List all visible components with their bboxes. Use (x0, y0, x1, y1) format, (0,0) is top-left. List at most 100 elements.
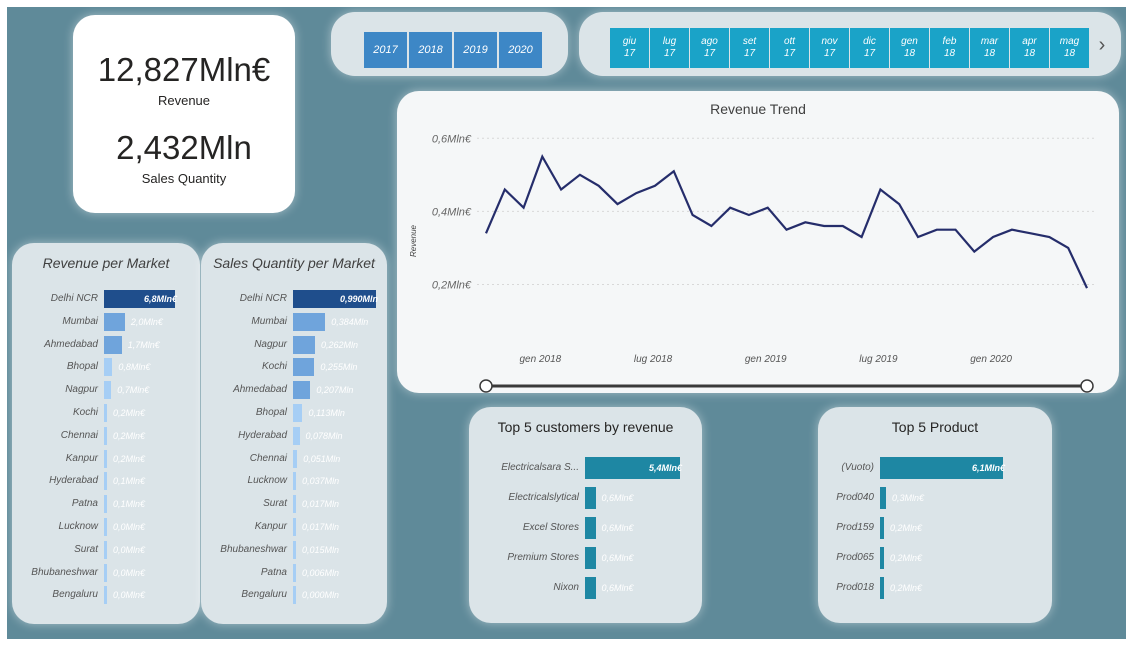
month-year: 17 (863, 48, 876, 59)
bar-row[interactable]: Ahmedabad 0,207Mln (201, 381, 387, 400)
bar-row[interactable]: Nagpur 0,7Mln€ (12, 381, 200, 400)
bar-row[interactable]: Bengaluru 0,0Mln€ (12, 586, 200, 605)
bar-row[interactable]: Chennai 0,2Mln€ (12, 426, 200, 445)
bar[interactable] (293, 404, 303, 422)
bar-category-label: Excel Stores (522, 522, 579, 533)
bar[interactable] (585, 517, 596, 539)
bar[interactable] (104, 518, 107, 536)
bar-value-label: 0,262Mln (320, 339, 358, 350)
bar-row[interactable]: Mumbai 0,384Mln (201, 312, 387, 331)
chevron-right-icon[interactable]: › (1092, 34, 1112, 56)
month-button[interactable]: giu 17 (610, 28, 649, 68)
bar[interactable] (104, 495, 107, 514)
bar-row[interactable]: Ahmedabad 1,7Mln€ (12, 335, 200, 354)
bar-row[interactable]: Electricalsara S... 5,4Mln€ (469, 457, 702, 479)
bar[interactable] (293, 312, 326, 331)
bar-row[interactable]: Bhopal 0,113Mln (201, 404, 387, 422)
bar[interactable] (293, 540, 296, 559)
bar[interactable] (880, 487, 887, 509)
bar-row[interactable]: Prod159 0,2Mln€ (818, 517, 1052, 539)
bar-row[interactable]: Prod040 0,3Mln€ (818, 487, 1052, 509)
month-button[interactable]: dic 17 (850, 28, 889, 68)
quantity-per-market-card: Sales Quantity per Market Delhi NCR 0,990… (201, 243, 387, 624)
bar-row[interactable]: Hyderabad 0,078Mln (201, 426, 387, 445)
bar[interactable] (104, 563, 107, 582)
year-button-2020[interactable]: 2020 (499, 32, 542, 68)
bar[interactable] (104, 449, 107, 468)
bar-row[interactable]: Lucknow 0,037Mln (201, 472, 387, 491)
bar[interactable] (104, 586, 107, 605)
year-button-2018[interactable]: 2018 (409, 32, 452, 68)
bar[interactable] (880, 577, 885, 599)
month-button[interactable]: feb 18 (930, 28, 969, 68)
bar[interactable] (104, 381, 112, 400)
bar-value-label: 0,2Mln€ (890, 583, 923, 593)
bar[interactable] (104, 472, 107, 491)
month-button[interactable]: ott 17 (770, 28, 809, 68)
bar-row[interactable]: Prod065 0,2Mln€ (818, 547, 1052, 569)
date-range-start-handle[interactable] (479, 379, 493, 393)
bar[interactable] (293, 472, 297, 491)
bar[interactable] (293, 335, 315, 354)
bar-row[interactable]: Nixon 0,6Mln€ (469, 577, 702, 599)
bar[interactable] (104, 312, 125, 331)
bar[interactable] (293, 586, 296, 605)
bar-row[interactable]: Chennai 0,051Mln (201, 449, 387, 468)
bar[interactable] (585, 547, 596, 569)
bar[interactable] (880, 517, 885, 539)
bar-row[interactable]: (Vuoto) 6,1Mln€ (818, 457, 1052, 479)
bar[interactable] (293, 518, 296, 536)
bar-row[interactable]: Premium Stores 0,6Mln€ (469, 547, 702, 569)
bar[interactable] (585, 487, 596, 509)
bar[interactable] (104, 426, 107, 445)
bar[interactable] (293, 449, 298, 468)
date-range-end-handle[interactable] (1080, 379, 1094, 393)
month-button[interactable]: nov 17 (810, 28, 849, 68)
bar-row[interactable]: Kochi 0,255Mln (201, 358, 387, 377)
month-button[interactable]: mag 18 (1050, 28, 1089, 68)
bar-row[interactable]: Hyderabad 0,1Mln€ (12, 472, 200, 491)
bar-category-label: Lucknow (247, 475, 287, 487)
bar[interactable] (104, 540, 107, 559)
bar-row[interactable]: Mumbai 2,0Mln€ (12, 312, 200, 331)
bar-row[interactable]: Patna 0,006Mln (201, 563, 387, 582)
bar-row[interactable]: Delhi NCR 0,990Mln (201, 290, 387, 308)
bar-row[interactable]: Kochi 0,2Mln€ (12, 404, 200, 422)
year-button-2019[interactable]: 2019 (454, 32, 497, 68)
bar-row[interactable]: Nagpur 0,262Mln (201, 335, 387, 354)
bar-row[interactable]: Surat 0,017Mln (201, 495, 387, 514)
bar[interactable] (293, 381, 311, 400)
bar-row[interactable]: Bhubaneshwar 0,0Mln€ (12, 563, 200, 582)
bar[interactable] (880, 547, 885, 569)
bar-row[interactable]: Delhi NCR 6,8Mln€ (12, 290, 200, 308)
bar-row[interactable]: Patna 0,1Mln€ (12, 495, 200, 514)
bar-row[interactable]: Bengaluru 0,000Mln (201, 586, 387, 605)
bar[interactable] (293, 426, 300, 445)
bar[interactable] (104, 335, 122, 354)
year-button-2017[interactable]: 2017 (364, 32, 407, 68)
bar-row[interactable]: Lucknow 0,0Mln€ (12, 518, 200, 536)
bar[interactable] (293, 563, 296, 582)
bar-row[interactable]: Prod018 0,2Mln€ (818, 577, 1052, 599)
trend-ylabel: Revenue (409, 224, 418, 257)
bar[interactable] (293, 358, 315, 377)
month-button[interactable]: gen 18 (890, 28, 929, 68)
bar-row[interactable]: Surat 0,0Mln€ (12, 540, 200, 559)
month-button[interactable]: apr 18 (1010, 28, 1049, 68)
bar-row[interactable]: Bhopal 0,8Mln€ (12, 358, 200, 377)
month-label: ago (701, 36, 718, 47)
bar[interactable] (104, 404, 107, 422)
month-button[interactable]: lug 17 (650, 28, 689, 68)
month-button[interactable]: set 17 (730, 28, 769, 68)
bar[interactable] (585, 577, 596, 599)
bar-row[interactable]: Kanpur 0,017Mln (201, 518, 387, 536)
bar[interactable] (293, 495, 296, 514)
month-button[interactable]: mar 18 (970, 28, 1009, 68)
bar[interactable] (104, 358, 113, 377)
bar-category-label: Bengaluru (241, 589, 287, 601)
month-button[interactable]: ago 17 (690, 28, 729, 68)
bar-row[interactable]: Electricalslytical 0,6Mln€ (469, 487, 702, 509)
bar-row[interactable]: Excel Stores 0,6Mln€ (469, 517, 702, 539)
bar-row[interactable]: Kanpur 0,2Mln€ (12, 449, 200, 468)
bar-row[interactable]: Bhubaneshwar 0,015Mln (201, 540, 387, 559)
